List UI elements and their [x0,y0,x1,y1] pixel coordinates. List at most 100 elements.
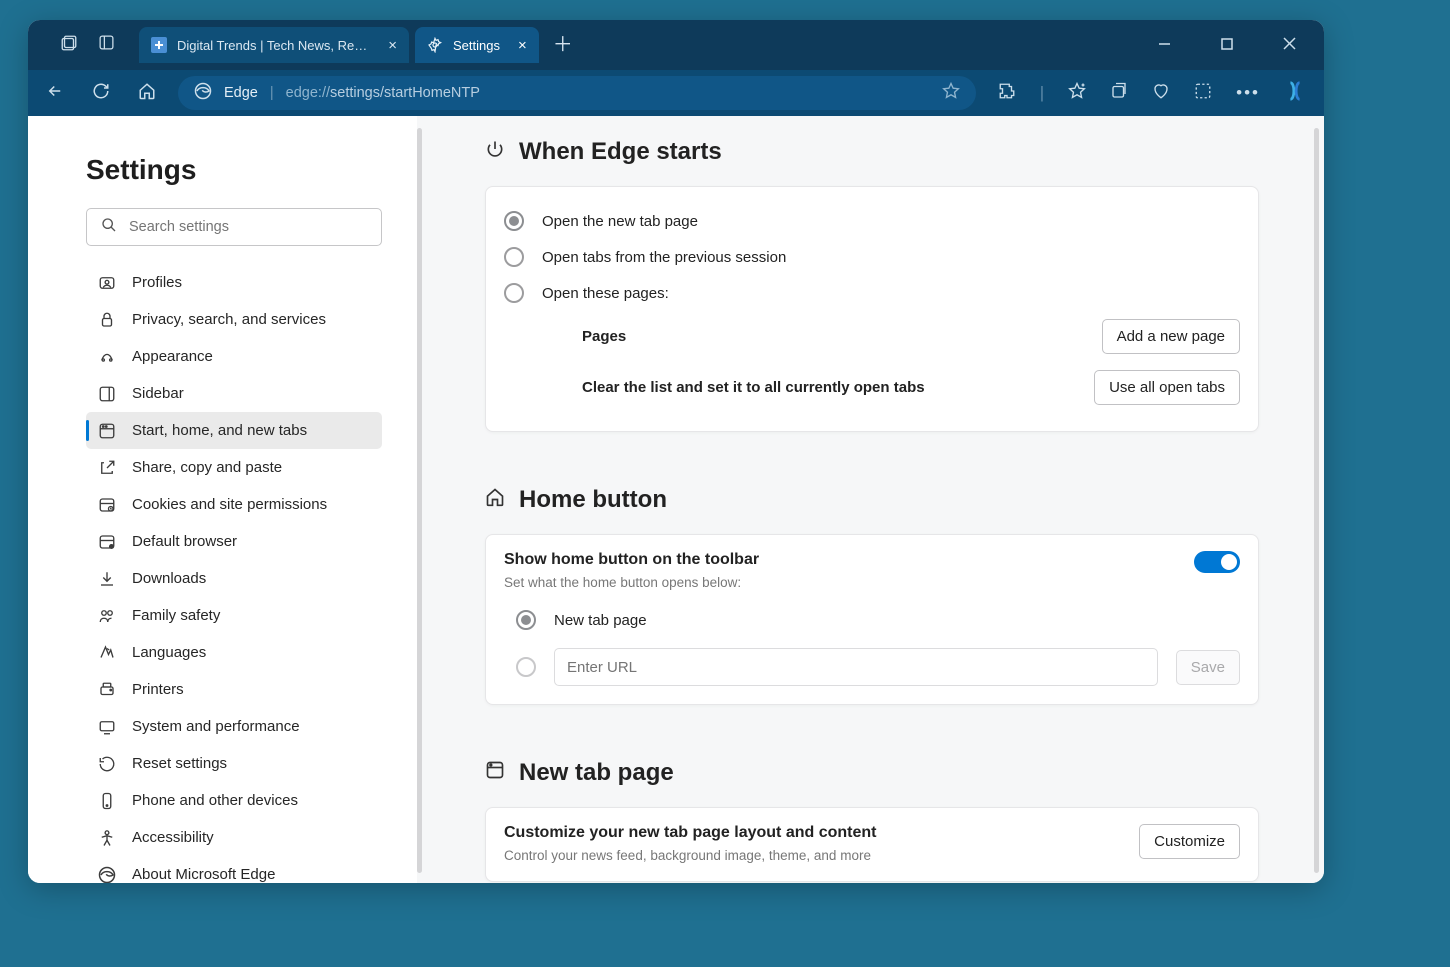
radio-home-url-row: Save [504,648,1240,686]
home-url-input[interactable] [554,648,1158,686]
sidebar-item-accessibility[interactable]: Accessibility [86,819,382,856]
star-icon[interactable] [942,82,960,104]
radio-icon [504,283,524,303]
sidebar-item-cookies-and-site-permissions[interactable]: Cookies and site permissions [86,486,382,523]
sidebar-item-appearance[interactable]: Appearance [86,338,382,375]
sidebar-item-phone-and-other-devices[interactable]: Phone and other devices [86,782,382,819]
extensions-icon[interactable] [998,82,1016,105]
home-icon[interactable] [138,82,156,105]
screenshot-icon[interactable] [1194,82,1212,105]
nav-icon [98,755,116,773]
nav-label: Sidebar [132,385,184,402]
nav-icon [98,533,116,551]
radio-open-these-pages[interactable]: Open these pages: [504,275,1240,311]
more-icon[interactable]: ••• [1236,83,1260,103]
sidebar-item-share-copy-and-paste[interactable]: Share, copy and paste [86,449,382,486]
favorites-icon[interactable] [1068,82,1086,105]
sidebar-item-default-browser[interactable]: Default browser [86,523,382,560]
collections-icon[interactable] [1110,82,1128,105]
add-new-page-button[interactable]: Add a new page [1102,319,1240,354]
sidebar-scrollbar[interactable] [417,128,422,873]
nav-label: Default browser [132,533,237,550]
nav-icon [98,607,116,625]
home-icon [485,486,505,514]
radio-home-newtab[interactable]: New tab page [504,602,1240,638]
customize-button[interactable]: Customize [1139,824,1240,859]
settings-sidebar: Settings ProfilesPrivacy, search, and se… [28,116,417,883]
sidebar-item-profiles[interactable]: Profiles [86,264,382,301]
tab-title: Settings [453,38,500,53]
settings-nav: Profiles Privacy, search, and services App… [86,264,403,883]
radio-icon[interactable] [516,657,536,677]
sidebar-item-reset-settings[interactable]: Reset settings [86,745,382,782]
sidebar-item-downloads[interactable]: Downloads [86,560,382,597]
nav-label: Printers [132,681,184,698]
sidebar-item-start-home-and-new-tabs[interactable]: Start, home, and new tabs [86,412,382,449]
toolbar-right-icons: | ••• [998,80,1306,107]
save-url-button[interactable]: Save [1176,650,1240,685]
sidebar-item-about-microsoft-edge[interactable]: About Microsoft Edge [86,856,382,883]
search-settings[interactable] [86,208,382,246]
nav-icon [98,274,116,292]
tab-settings[interactable]: Settings × [415,27,539,63]
newtab-icon [485,759,505,787]
sidebar-item-privacy-search-and-services[interactable]: Privacy, search, and services [86,301,382,338]
use-all-open-tabs-button[interactable]: Use all open tabs [1094,370,1240,405]
nav-icon [98,348,116,366]
radio-open-previous[interactable]: Open tabs from the previous session [504,239,1240,275]
new-tab-button[interactable]: ＋ [553,35,573,55]
show-home-sub: Set what the home button opens below: [504,575,759,590]
nav-icon [98,644,116,662]
show-home-button-row: Show home button on the toolbar Set what… [504,551,1240,590]
sidebar-item-system-and-performance[interactable]: System and performance [86,708,382,745]
sidebar-item-languages[interactable]: Languages [86,634,382,671]
customize-newtab-row: Customize your new tab page layout and c… [504,824,1240,863]
sidebar-item-family-safety[interactable]: Family safety [86,597,382,634]
close-tab-icon[interactable]: × [518,37,527,54]
minimize-icon[interactable] [1158,37,1171,53]
nav-label: Reset settings [132,755,227,772]
titlebar: Digital Trends | Tech News, Revie × Sett… [28,20,1324,70]
nav-label: Privacy, search, and services [132,311,326,328]
nav-icon [98,681,116,699]
search-input[interactable] [129,219,367,235]
copilot-icon[interactable] [1284,80,1306,107]
show-home-toggle[interactable] [1194,551,1240,573]
titlebar-left-icons [38,34,115,57]
clear-list-row: Clear the list and set it to all current… [504,362,1240,413]
separator: | [1040,83,1044,103]
refresh-icon[interactable] [92,82,110,105]
power-icon [485,138,505,166]
clear-list-label: Clear the list and set it to all current… [582,379,925,396]
back-icon[interactable] [46,82,64,105]
nav-label: Start, home, and new tabs [132,422,307,439]
tab-digital-trends[interactable]: Digital Trends | Tech News, Revie × [139,27,409,63]
close-tab-icon[interactable]: × [388,37,397,54]
address-bar[interactable]: Edge | edge://settings/startHomeNTP [178,76,976,110]
close-window-icon[interactable] [1283,37,1296,53]
edge-label: Edge [224,85,258,101]
vertical-tabs-icon[interactable] [98,34,115,56]
radio-icon [516,610,536,630]
nav-label: Phone and other devices [132,792,298,809]
main-scrollbar[interactable] [1314,128,1319,873]
edge-logo-icon [194,82,212,104]
nav-label: Downloads [132,570,206,587]
customize-newtab-label: Customize your new tab page layout and c… [504,824,876,842]
nav-icon [98,866,116,884]
nav-icon [98,718,116,736]
nav-icon [98,385,116,403]
pages-label: Pages [582,328,626,345]
maximize-icon[interactable] [1221,37,1233,53]
start-options-card: Open the new tab page Open tabs from the… [485,186,1259,432]
health-icon[interactable] [1152,82,1170,105]
radio-icon [504,211,524,231]
nav-label: Accessibility [132,829,214,846]
sidebar-item-sidebar[interactable]: Sidebar [86,375,382,412]
sidebar-item-printers[interactable]: Printers [86,671,382,708]
nav-icon [98,422,116,440]
customize-newtab-sub: Control your news feed, background image… [504,848,876,863]
radio-open-new-tab[interactable]: Open the new tab page [504,203,1240,239]
gear-icon [427,37,443,53]
tab-actions-icon[interactable] [60,34,78,57]
